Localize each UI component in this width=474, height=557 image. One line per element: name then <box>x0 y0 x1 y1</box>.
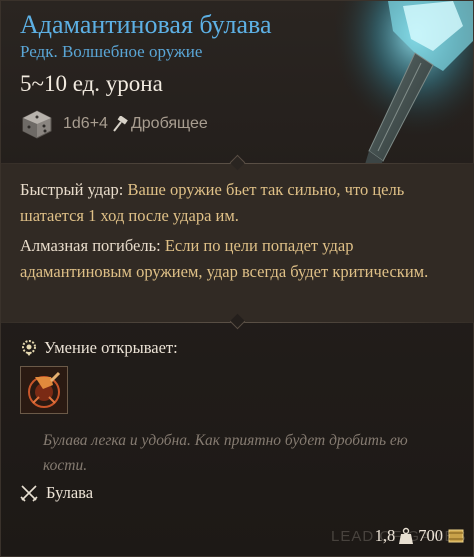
category-label: Булава <box>46 483 94 502</box>
item-value: 700 <box>418 526 443 545</box>
passives-section: Быстрый удар: Ваше оружие бьет так сильн… <box>1 154 474 330</box>
bludgeoning-icon <box>112 115 128 132</box>
damage-dice: 1d6+4 <box>63 115 108 132</box>
weapon-action-icon[interactable] <box>20 366 68 414</box>
dice-icon <box>20 109 54 139</box>
item-footer: 1,8 700 <box>375 526 465 546</box>
weight-icon <box>398 527 414 545</box>
damage-dice-row: 1d6+4 Дробящее <box>20 109 208 139</box>
unlocks-label: Умение открывает: <box>44 338 178 357</box>
item-weight: 1,8 <box>374 526 396 545</box>
mace-item-image <box>333 1 473 171</box>
gold-icon <box>447 528 465 544</box>
damage-type: Дробящее <box>130 115 208 132</box>
item-name: Адамантиновая булава <box>20 10 272 39</box>
divider-notch <box>229 313 246 330</box>
tooltip-header: Адамантиновая булава Редк. Волшебное ору… <box>1 1 473 171</box>
passive-adamantine-bane: Алмазная погибель: Если по цели попадет … <box>20 233 440 285</box>
crossed-weapons-icon <box>20 484 38 502</box>
unlocks-header: Умение открывает: <box>20 338 178 358</box>
item-rarity-type: Редк. Волшебное оружие <box>20 42 203 61</box>
passive-name: Алмазная погибель: <box>20 236 161 255</box>
flavor-text: Булава легка и удобна. Как приятно будет… <box>43 432 408 474</box>
passive-name: Быстрый удар: <box>20 180 124 199</box>
item-tooltip: Адамантиновая булава Редк. Волшебное ору… <box>0 0 474 557</box>
weapon-category: Булава <box>20 483 93 503</box>
damage-range: 5~10 ед. урона <box>20 71 163 96</box>
passive-quick-strike: Быстрый удар: Ваше оружие бьет так сильн… <box>20 177 440 229</box>
ability-unlock-icon <box>20 339 38 357</box>
